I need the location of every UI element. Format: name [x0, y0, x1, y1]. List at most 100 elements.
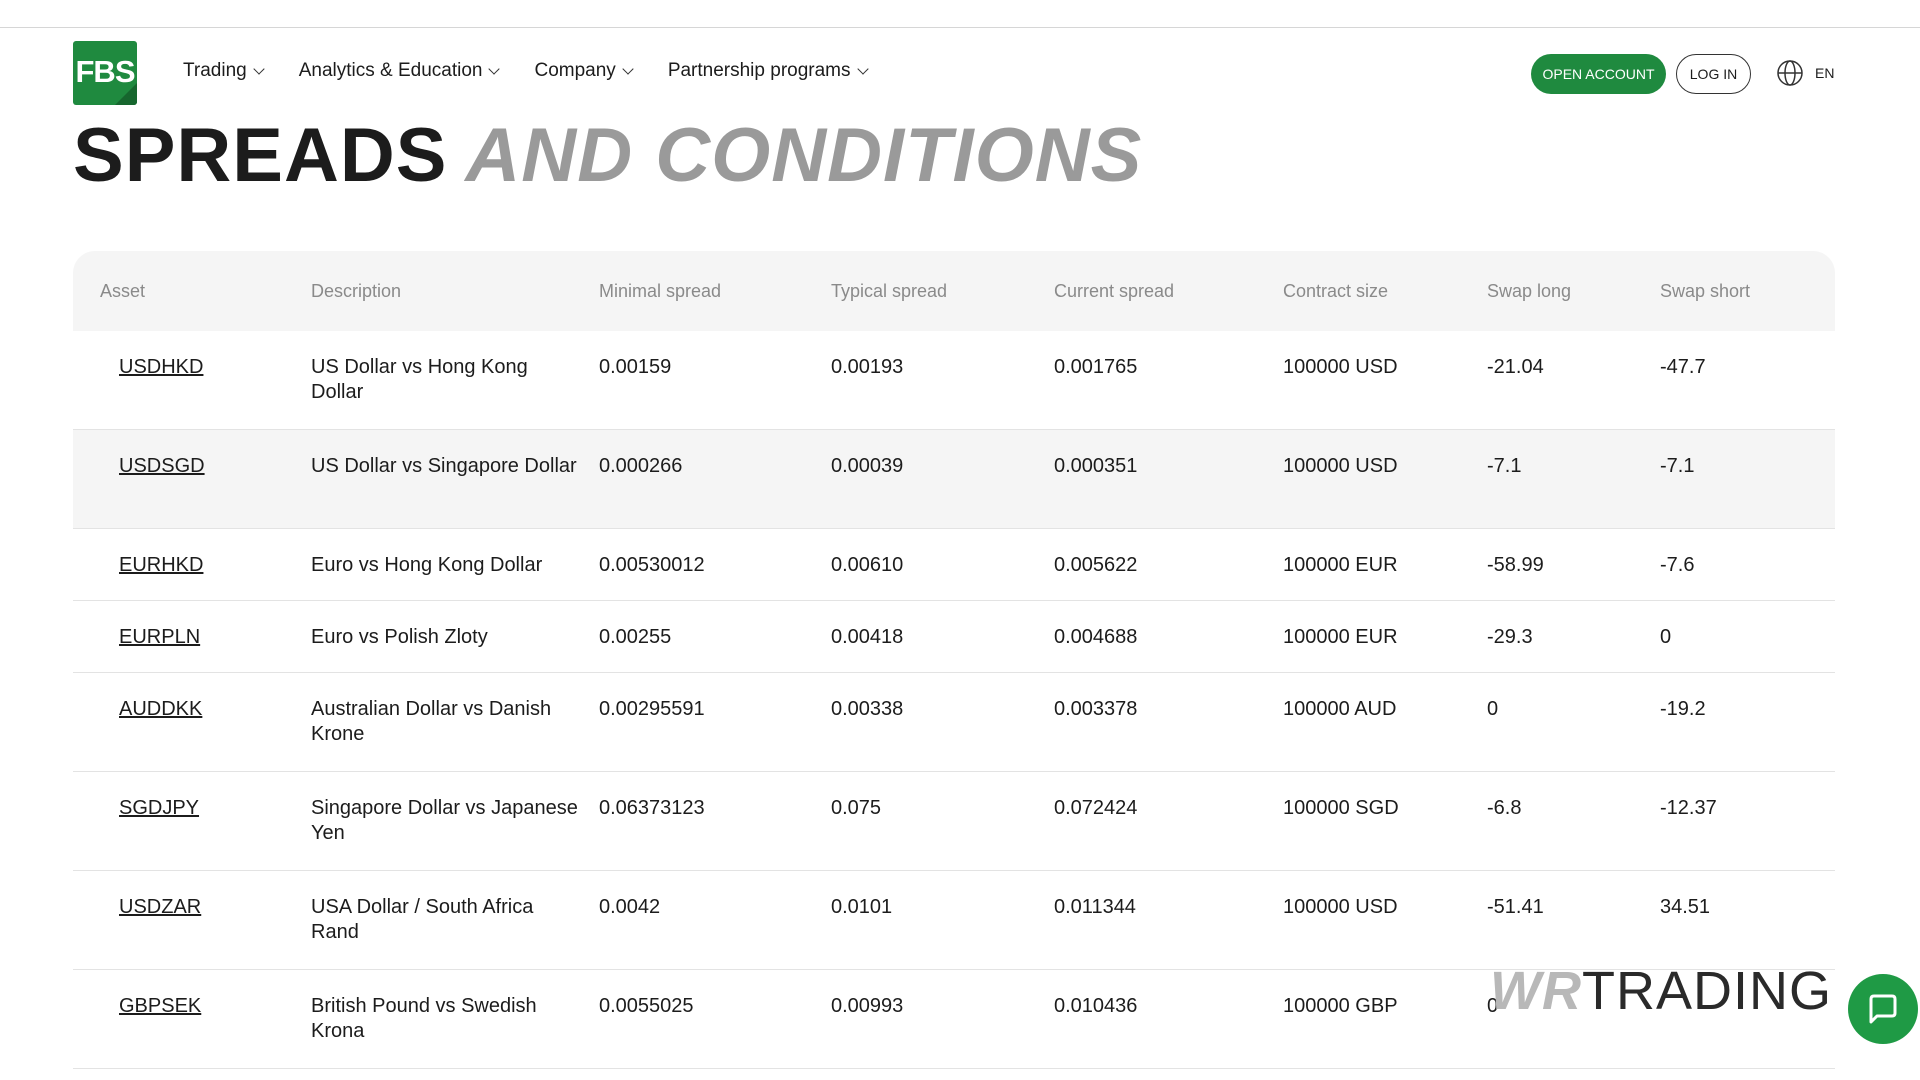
nav-trading[interactable]: Trading [183, 60, 265, 82]
cell-swap-short: -47.7 [1660, 331, 1835, 429]
cell-contract-size: 100000 USD [1283, 871, 1487, 969]
col-current-spread: Current spread [1054, 280, 1175, 301]
log-in-button[interactable]: LOG IN [1676, 54, 1751, 94]
cell-swap-short-text: -7.1 [1660, 455, 1695, 477]
col-description: Description [311, 280, 402, 301]
watermark-part-1: WR [1490, 961, 1582, 1021]
cell-contract-size-text: 100000 GBP [1283, 995, 1398, 1017]
cell-swap-long: -51.41 [1487, 871, 1660, 969]
nav-label: Partnership programs [667, 60, 851, 81]
cell-asset: USDZAR [73, 871, 311, 969]
cell-contract-size: 100000 USD [1283, 430, 1487, 528]
chat-button[interactable] [1848, 974, 1918, 1044]
cell-contract-size-text: 100000 AUD [1283, 698, 1397, 720]
cell-contract-size: 100000 SGD [1283, 772, 1487, 870]
cell-contract-size: 100000 AUD [1283, 673, 1487, 771]
cell-swap-long: -58.99 [1487, 529, 1660, 600]
asset-link[interactable]: GBPSEK [119, 995, 201, 1017]
asset-link[interactable]: USDSGD [119, 455, 205, 477]
cell-current-spread-text: 0.011344 [1054, 896, 1136, 918]
cell-swap-long-text: -29.3 [1487, 626, 1533, 648]
col-swap-short: Swap short [1660, 280, 1751, 301]
cell-asset: EURPLN [73, 601, 311, 672]
asset-link[interactable]: USDHKD [119, 356, 203, 378]
cell-typical-spread-text: 0.0101 [831, 896, 893, 918]
cell-swap-short: -7.6 [1660, 529, 1835, 600]
cell-minimal-spread: 0.06373123 [599, 772, 831, 870]
language-selector[interactable]: EN [1776, 59, 1834, 87]
cell-minimal-spread-text: 0.00295591 [599, 698, 705, 720]
table-row: SGDJPY Singapore Dollar vs Japanese Yen 0.… [73, 772, 1835, 871]
col-contract-size: Contract size [1283, 280, 1389, 301]
cell-typical-spread: 0.00418 [831, 601, 1054, 672]
table-row: USDHKD US Dollar vs Hong Kong Dollar 0.001… [73, 331, 1835, 430]
page-title: SPREADS AND CONDITIONS [73, 112, 1142, 199]
cell-typical-spread: 0.00193 [831, 331, 1054, 429]
chevron-down-icon [488, 62, 501, 75]
cell-swap-short-text: -47.7 [1660, 356, 1706, 378]
cell-minimal-spread: 0.00159 [599, 331, 831, 429]
col-asset: Asset [100, 280, 146, 301]
cell-minimal-spread-text: 0.00530012 [599, 554, 705, 576]
cell-minimal-spread-text: 0.06373123 [599, 797, 705, 819]
cell-current-spread-text: 0.001765 [1054, 356, 1138, 378]
nav-company[interactable]: Company [534, 60, 634, 82]
table-body: USDHKD US Dollar vs Hong Kong Dollar 0.001… [73, 331, 1835, 1069]
cell-swap-long-text: -6.8 [1487, 797, 1522, 819]
cell-contract-size-text: 100000 USD [1283, 356, 1398, 378]
cell-swap-long: -7.1 [1487, 430, 1660, 528]
cell-typical-spread-text: 0.00039 [831, 455, 904, 477]
cell-contract-size: 100000 GBP [1283, 970, 1487, 1068]
fbs-logo[interactable]: FBS [73, 41, 137, 105]
title-part-1: SPREADS [73, 113, 448, 198]
cell-description: USA Dollar / South Africa Rand [311, 871, 599, 969]
cell-description: US Dollar vs Singapore Dollar [311, 430, 599, 528]
cell-description: Euro vs Polish Zloty [311, 601, 599, 672]
cell-description-text: USA Dollar / South Africa Rand [311, 896, 534, 943]
cell-typical-spread-text: 0.00193 [831, 356, 904, 378]
cell-minimal-spread: 0.00295591 [599, 673, 831, 771]
col-swap-long: Swap long [1487, 280, 1572, 301]
cell-swap-short-text: -7.6 [1660, 554, 1695, 576]
cell-asset: SGDJPY [73, 772, 311, 870]
chat-bubble-icon [1869, 994, 1897, 1024]
open-account-button[interactable]: OPEN ACCOUNT [1531, 54, 1666, 94]
nav-partnership-programs[interactable]: Partnership programs [667, 60, 869, 82]
cell-swap-long-text: -21.04 [1487, 356, 1544, 378]
cell-swap-long: -21.04 [1487, 331, 1660, 429]
cell-contract-size: 100000 EUR [1283, 601, 1487, 672]
asset-link[interactable]: EURHKD [119, 554, 203, 576]
cell-swap-long-text: 0 [1487, 698, 1499, 720]
asset-link[interactable]: USDZAR [119, 896, 201, 918]
chevron-down-icon [253, 62, 265, 75]
cell-minimal-spread-text: 0.000266 [599, 455, 683, 477]
cell-minimal-spread: 0.0055025 [599, 970, 831, 1068]
cell-minimal-spread: 0.00530012 [599, 529, 831, 600]
cell-current-spread-text: 0.072424 [1054, 797, 1138, 819]
cell-typical-spread: 0.0101 [831, 871, 1054, 969]
cell-description: Australian Dollar vs Danish Krone [311, 673, 599, 771]
cell-contract-size-text: 100000 USD [1283, 455, 1398, 477]
cell-contract-size: 100000 USD [1283, 331, 1487, 429]
cell-typical-spread-text: 0.00993 [831, 995, 904, 1017]
cell-contract-size-text: 100000 EUR [1283, 626, 1398, 648]
cell-current-spread-text: 0.010436 [1054, 995, 1138, 1017]
cell-current-spread: 0.001765 [1054, 331, 1283, 429]
cell-swap-short-text: -19.2 [1660, 698, 1706, 720]
asset-link[interactable]: AUDDKK [119, 698, 202, 720]
nav-label: Company [534, 60, 616, 81]
asset-link[interactable]: EURPLN [119, 626, 200, 648]
cell-contract-size-text: 100000 EUR [1283, 554, 1398, 576]
asset-link[interactable]: SGDJPY [119, 797, 199, 819]
cell-current-spread: 0.004688 [1054, 601, 1283, 672]
cell-minimal-spread-text: 0.00255 [599, 626, 672, 648]
nav-analytics-education[interactable]: Analytics & Education [299, 60, 501, 82]
cell-swap-long: -29.3 [1487, 601, 1660, 672]
cell-current-spread: 0.072424 [1054, 772, 1283, 870]
watermark-part-2: TRADING [1581, 961, 1832, 1021]
cell-contract-size-text: 100000 SGD [1283, 797, 1399, 819]
cell-description: British Pound vs Swedish Krona [311, 970, 599, 1068]
logo-text: FBS [75, 54, 136, 89]
cell-contract-size-text: 100000 USD [1283, 896, 1398, 918]
title-part-2: AND CONDITIONS [465, 113, 1143, 198]
